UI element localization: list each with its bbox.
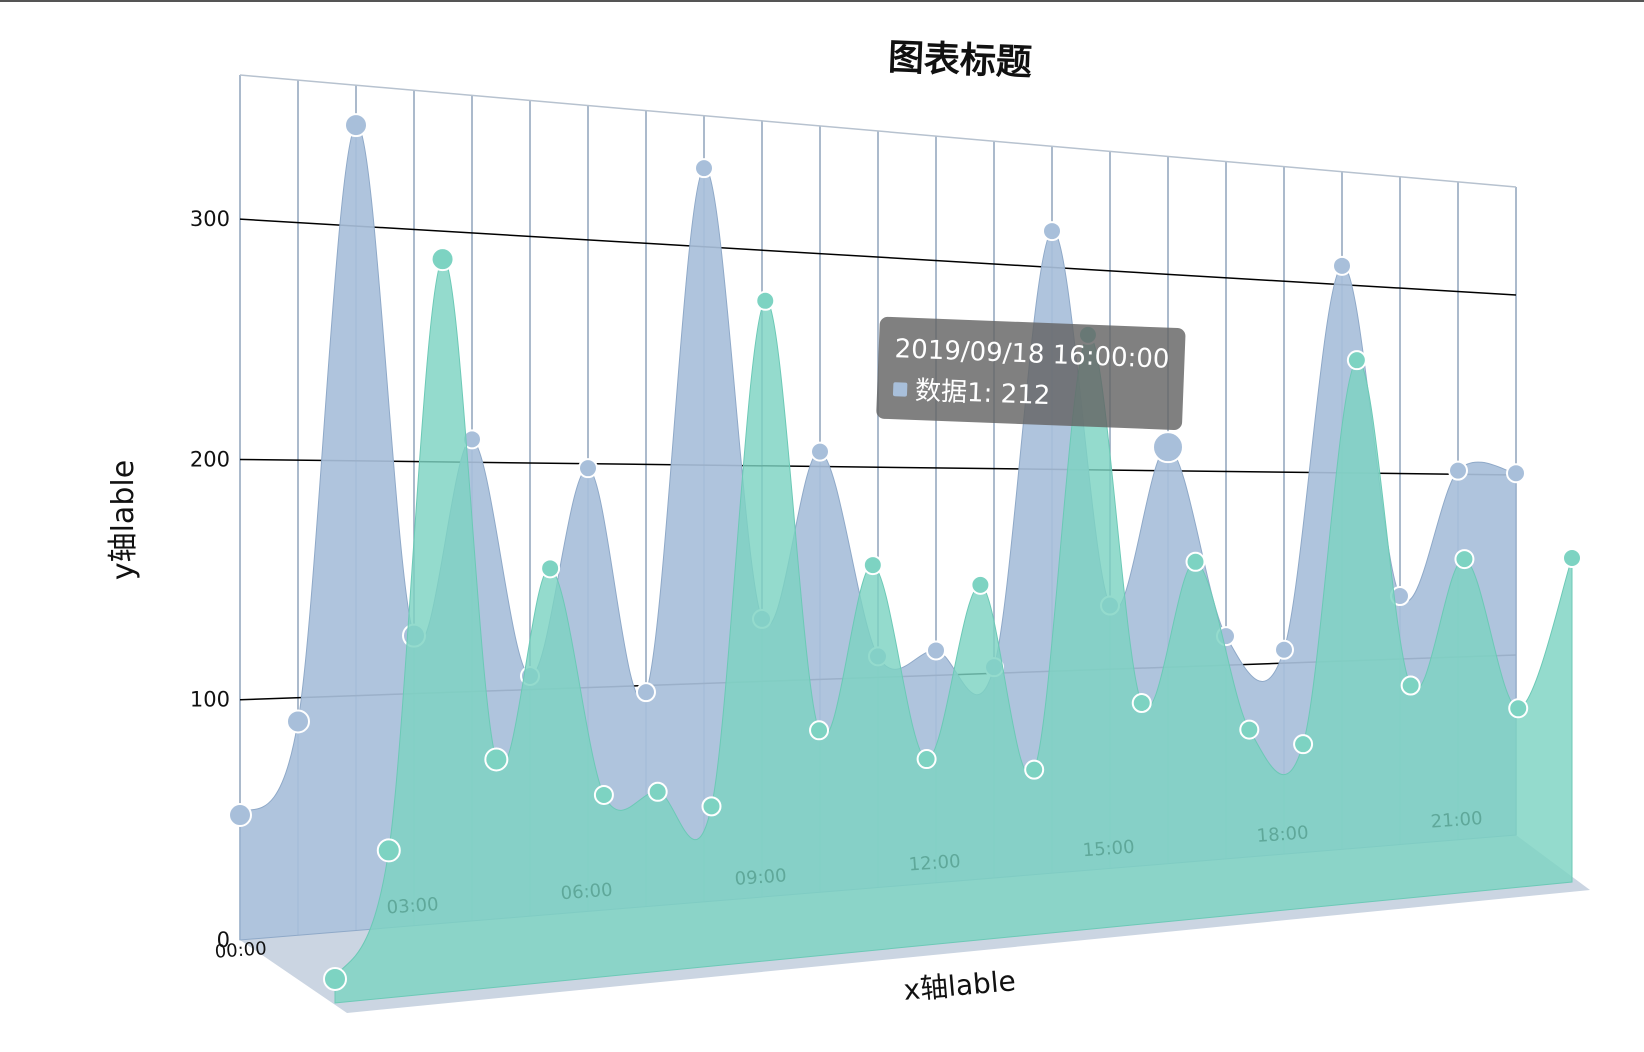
x-tick-label: 15:00 (1082, 837, 1135, 862)
series-1-point[interactable] (926, 640, 946, 661)
series-2-point[interactable] (484, 747, 509, 772)
chart-canvas: 图表标题 00:0003:0006:0009:0012:0015:0018:00… (106, 37, 1590, 1013)
x-tick-label: 03:00 (386, 894, 439, 919)
series-2-point[interactable] (1185, 551, 1206, 572)
series-2-point[interactable] (1024, 759, 1045, 780)
tooltip: 2019/09/18 16:00:00 数据1: 212 (876, 316, 1186, 430)
series-2-point[interactable] (1239, 719, 1260, 740)
x-tick-label: 06:00 (560, 880, 613, 905)
series-1-point[interactable] (1506, 463, 1526, 484)
series-1-point[interactable] (810, 441, 830, 462)
x-tick-label: 12:00 (908, 851, 961, 876)
series-2-point[interactable] (1400, 675, 1421, 696)
series-2-point[interactable] (647, 781, 668, 802)
series-1-point[interactable] (1274, 639, 1294, 660)
series-2-point[interactable] (1562, 548, 1582, 568)
series-2-point[interactable] (430, 247, 455, 272)
series-1-point[interactable] (1152, 431, 1184, 464)
tooltip-series-swatch (892, 382, 908, 397)
series-1-point[interactable] (1042, 221, 1062, 242)
series-2-point[interactable] (755, 290, 776, 311)
series-2-point[interactable] (1293, 734, 1314, 755)
series-1-point[interactable] (636, 682, 656, 703)
y-tick-label: 100 (190, 688, 230, 712)
series-1-point[interactable] (694, 158, 714, 179)
series-2-point[interactable] (1346, 350, 1367, 371)
series-2-point[interactable] (1131, 693, 1152, 714)
series-2-point[interactable] (323, 966, 347, 991)
series-2-point[interactable] (916, 749, 937, 770)
tooltip-value-text: 数据1: 212 (915, 376, 1051, 411)
x-axis-label: x轴lable (902, 964, 1017, 1007)
series-2-point[interactable] (1454, 549, 1475, 570)
series-1-point[interactable] (286, 709, 310, 734)
series-1-point[interactable] (1332, 255, 1352, 276)
series-1-point[interactable] (228, 803, 252, 828)
y-tick-label: 300 (190, 207, 230, 231)
chart-title: 图表标题 (887, 37, 1032, 83)
series-2-point[interactable] (593, 784, 614, 805)
series-2-point[interactable] (862, 555, 883, 576)
y-tick-label: 200 (190, 447, 230, 471)
y-tick-label: 0 (217, 928, 230, 952)
series-1-point[interactable] (344, 113, 368, 138)
x-tick-label: 09:00 (734, 865, 787, 890)
x-tick-label: 18:00 (1256, 822, 1309, 847)
series-1-point[interactable] (1448, 460, 1468, 481)
series-2-point[interactable] (1508, 698, 1529, 719)
y-axis-label: y轴lable (106, 460, 141, 580)
series-2-point[interactable] (701, 796, 722, 817)
y-axis-ticks: 0 100 200 300 (190, 207, 230, 952)
series-2-point[interactable] (376, 838, 401, 863)
series-1-point[interactable] (578, 458, 598, 479)
x-tick-label: 21:00 (1430, 808, 1483, 833)
series-2-point[interactable] (809, 720, 830, 741)
series-2-point[interactable] (540, 558, 561, 579)
series-2-point[interactable] (970, 574, 991, 595)
